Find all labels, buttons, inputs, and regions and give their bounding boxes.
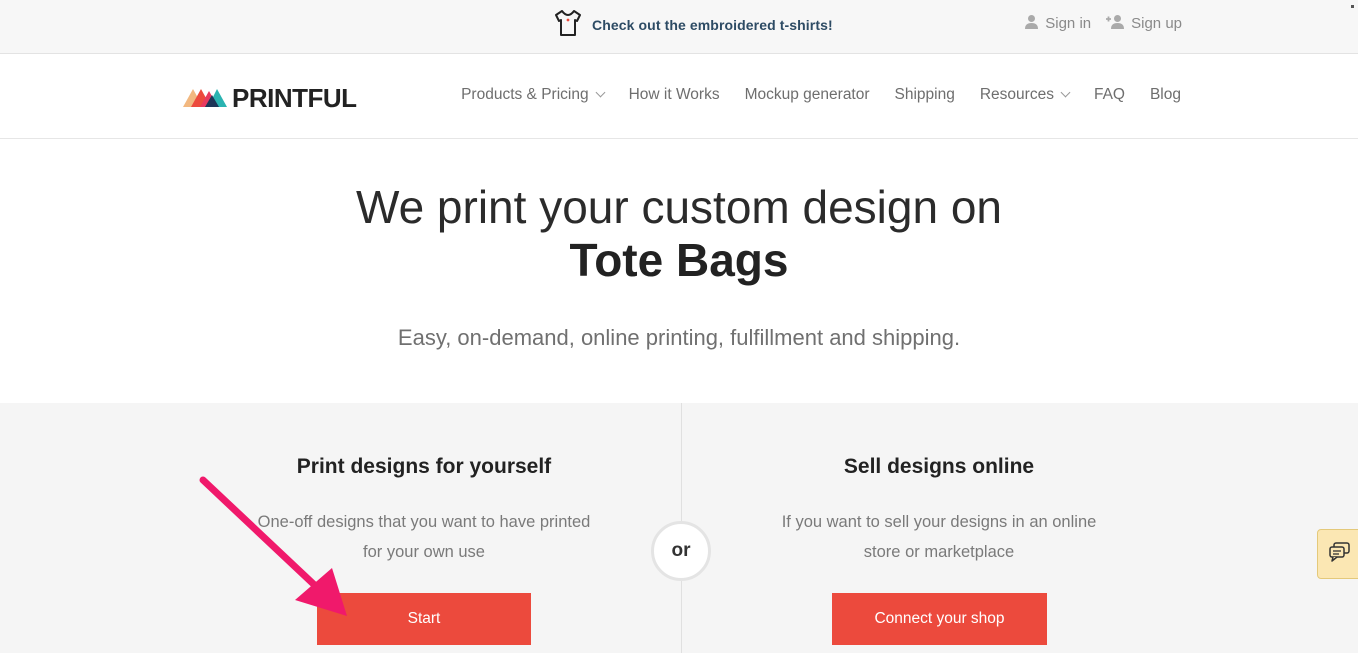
or-badge: or — [651, 521, 711, 581]
print-for-yourself-desc: One-off designs that you want to have pr… — [224, 507, 624, 567]
hero-subtitle: Easy, on-demand, online printing, fulfil… — [397, 325, 961, 350]
nav-label: FAQ — [1093, 86, 1125, 103]
corner-dot — [1351, 5, 1354, 8]
hero-title: We print your custom design on — [355, 181, 1003, 233]
nav-mockup-generator[interactable]: Mockup generator — [745, 86, 870, 104]
sell-online-title: Sell designs online — [843, 455, 1035, 478]
print-for-yourself-title: Print designs for yourself — [296, 455, 552, 478]
desc-line: for your own use — [363, 543, 485, 561]
nav-label: Mockup generator — [744, 86, 870, 103]
print-for-yourself-column: Print designs for yourself One-off desig… — [224, 403, 624, 567]
sell-online-column: Sell designs online If you want to sell … — [739, 403, 1139, 567]
chat-icon — [1328, 541, 1351, 567]
sign-up-link[interactable]: Sign up — [1105, 14, 1182, 33]
nav-blog[interactable]: Blog — [1150, 86, 1181, 104]
main-nav: Products & Pricing How it Works Mockup g… — [461, 86, 1181, 104]
sell-online-desc: If you want to sell your designs in an o… — [739, 507, 1139, 567]
nav-label: Products & Pricing — [461, 86, 589, 103]
nav-faq[interactable]: FAQ — [1094, 86, 1125, 104]
hero-product: Tote Bags — [569, 234, 789, 286]
promo-text: Check out the embroidered t-shirts! — [592, 17, 833, 33]
add-user-icon — [1105, 14, 1125, 33]
logo-text: PRINTFUL — [232, 83, 357, 113]
main-navbar: PRINTFUL Products & Pricing How it Works… — [0, 55, 1358, 139]
chevron-down-icon — [595, 87, 606, 98]
sign-up-label: Sign up — [1131, 15, 1182, 32]
nav-how-it-works[interactable]: How it Works — [629, 86, 720, 104]
desc-line: One-off designs that you want to have pr… — [257, 513, 591, 531]
sign-in-link[interactable]: Sign in — [1024, 14, 1091, 33]
options-section: Print designs for yourself One-off desig… — [0, 403, 1358, 653]
nav-shipping[interactable]: Shipping — [895, 86, 955, 104]
promo-bar: Check out the embroidered t-shirts! Sign… — [0, 0, 1358, 54]
nav-label: Resources — [979, 86, 1054, 103]
nav-label: Blog — [1149, 86, 1181, 103]
auth-links: Sign in Sign up — [1024, 14, 1182, 33]
chat-widget-button[interactable] — [1317, 529, 1358, 579]
promo-link[interactable]: Check out the embroidered t-shirts! — [553, 9, 833, 42]
connect-shop-button[interactable]: Connect your shop — [832, 593, 1047, 645]
logo-mountains-icon — [183, 85, 229, 112]
printful-logo[interactable]: PRINTFUL — [183, 83, 357, 114]
desc-line: If you want to sell your designs in an o… — [781, 513, 1097, 531]
tshirt-icon — [553, 9, 583, 42]
nav-resources[interactable]: Resources — [979, 86, 1071, 104]
chevron-down-icon — [1060, 87, 1071, 98]
sign-in-label: Sign in — [1045, 15, 1092, 32]
start-button[interactable]: Start — [317, 593, 531, 645]
nav-label: Shipping — [894, 86, 955, 103]
user-icon — [1024, 14, 1039, 33]
nav-label: How it Works — [628, 86, 720, 103]
desc-line: store or marketplace — [863, 543, 1015, 561]
nav-products-pricing[interactable]: Products & Pricing — [461, 86, 606, 104]
